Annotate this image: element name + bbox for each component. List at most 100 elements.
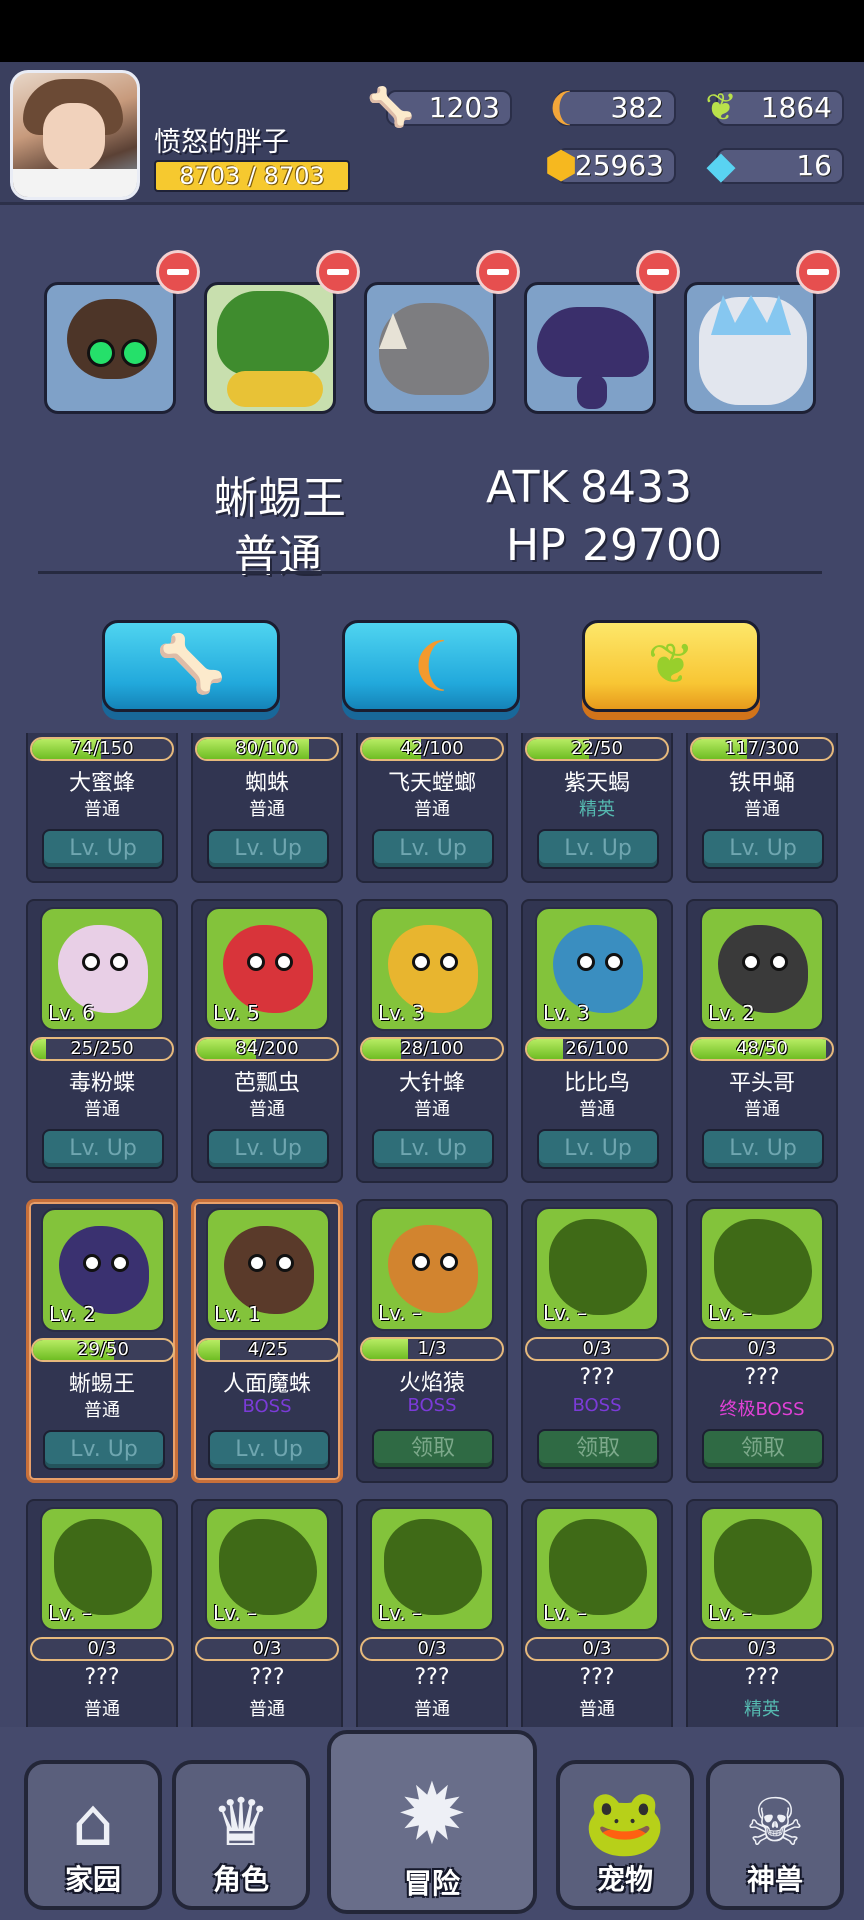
pet-card[interactable]: 74/150 大蜜蜂 普通 Lv. Up bbox=[26, 733, 178, 883]
pet-portrait[interactable]: Lv. 3 bbox=[535, 907, 659, 1031]
level-up-button[interactable]: Lv. Up bbox=[43, 1430, 165, 1470]
pet-progress-text: 84/200 bbox=[235, 1038, 299, 1059]
nav-character[interactable]: ♛ 角色 bbox=[172, 1760, 310, 1910]
atk-label: ATK bbox=[486, 462, 569, 513]
pet-eye bbox=[110, 953, 128, 971]
pet-card[interactable]: Lv. –0/3???普通领取 bbox=[26, 1499, 178, 1727]
level-up-button[interactable]: Lv. Up bbox=[702, 1129, 824, 1169]
pet-card[interactable]: 117/300 铁甲蛹 普通 Lv. Up bbox=[686, 733, 838, 883]
pet-card[interactable]: Lv. –0/3???精英领取 bbox=[686, 1499, 838, 1727]
pet-card[interactable]: Lv. 6 25/250 毒粉蝶 普通 Lv. Up bbox=[26, 899, 178, 1183]
remove-team-slot-3-button[interactable] bbox=[476, 250, 520, 294]
team-slot-2[interactable] bbox=[204, 282, 336, 414]
team-slot-4[interactable] bbox=[524, 282, 656, 414]
level-up-button[interactable]: Lv. Up bbox=[372, 1129, 494, 1169]
pet-card[interactable]: Lv. – 0/3??? BOSS 领取 bbox=[521, 1199, 673, 1483]
pet-figure bbox=[388, 925, 478, 1013]
pet-portrait[interactable]: Lv. – bbox=[40, 1507, 164, 1631]
pet-rank: 普通 bbox=[84, 1699, 120, 1720]
claim-button[interactable]: 领取 bbox=[372, 1429, 494, 1469]
pet-card[interactable]: 22/50 紫天蝎 精英 Lv. Up bbox=[521, 733, 673, 883]
horn-resource[interactable]: ❨ 382 bbox=[545, 85, 676, 129]
remove-team-slot-4-button[interactable] bbox=[636, 250, 680, 294]
pet-portrait[interactable]: Lv. – bbox=[535, 1507, 659, 1631]
pet-portrait[interactable]: Lv. 6 bbox=[40, 907, 164, 1031]
pet-progress-bar: 0/3 bbox=[195, 1637, 339, 1661]
pet-portrait[interactable]: Lv. 1 bbox=[206, 1208, 330, 1332]
pet-progress-bar: 29/50 bbox=[31, 1338, 175, 1362]
pet-card[interactable]: Lv. 2 29/50 蜥蜴王 普通 Lv. Up bbox=[26, 1199, 178, 1483]
level-up-button[interactable]: Lv. Up bbox=[537, 829, 659, 869]
team-slot-3[interactable] bbox=[364, 282, 496, 414]
pet-card[interactable]: Lv. 3 28/100 大针蜂 普通 Lv. Up bbox=[356, 899, 508, 1183]
level-up-button[interactable]: Lv. Up bbox=[42, 829, 164, 869]
player-avatar[interactable] bbox=[10, 70, 140, 200]
pet-progress-text: 0/3 bbox=[747, 1338, 777, 1359]
pet-card[interactable]: 80/100 蜘蛛 普通 Lv. Up bbox=[191, 733, 343, 883]
pet-portrait[interactable]: Lv. – bbox=[700, 1207, 824, 1331]
pet-card[interactable]: Lv. – 1/3 火焰猿 BOSS 领取 bbox=[356, 1199, 508, 1483]
pet-card[interactable]: Lv. 3 26/100 比比鸟 普通 Lv. Up bbox=[521, 899, 673, 1183]
pet-portrait[interactable]: Lv. – bbox=[370, 1207, 494, 1331]
gold-resource[interactable]: ⬢ 25963 bbox=[544, 143, 676, 187]
pet-card[interactable]: Lv. 1 4/25 人面魔蛛 BOSS Lv. Up bbox=[191, 1199, 343, 1483]
team-slot-1[interactable] bbox=[44, 282, 176, 414]
pet-card[interactable]: Lv. –0/3???普通领取 bbox=[191, 1499, 343, 1727]
remove-team-slot-2-button[interactable] bbox=[316, 250, 360, 294]
pet-rank: 普通 bbox=[579, 1699, 615, 1720]
pet-card[interactable]: Lv. –0/3???普通领取 bbox=[356, 1499, 508, 1727]
pet-portrait[interactable]: Lv. – bbox=[205, 1507, 329, 1631]
pet-portrait[interactable]: Lv. 3 bbox=[370, 907, 494, 1031]
pet-card[interactable]: Lv. 5 84/200 芭瓢虫 普通 Lv. Up bbox=[191, 899, 343, 1183]
pet-progress-bar: 117/300 bbox=[690, 737, 834, 761]
pet-portrait[interactable]: Lv. – bbox=[370, 1507, 494, 1631]
level-up-button[interactable]: Lv. Up bbox=[207, 829, 329, 869]
pet-progress-text: 0/3 bbox=[582, 1638, 612, 1659]
status-bar bbox=[0, 0, 864, 62]
selected-pet-rarity: 普通 bbox=[234, 531, 322, 582]
pet-card[interactable]: 42/100 飞天螳螂 普通 Lv. Up bbox=[356, 733, 508, 883]
remove-team-slot-5-button[interactable] bbox=[796, 250, 840, 294]
diamond-resource[interactable]: ◆ 16 bbox=[706, 143, 844, 187]
pet-figure bbox=[59, 1226, 149, 1314]
pet-card[interactable]: Lv. –0/3???普通领取 bbox=[521, 1499, 673, 1727]
hp-label: HP bbox=[506, 520, 566, 571]
level-up-button[interactable]: Lv. Up bbox=[537, 1129, 659, 1169]
wing-feed-button[interactable]: ❦ bbox=[582, 620, 760, 712]
pet-progress-bar: 0/3 bbox=[525, 1337, 669, 1361]
nav-adventure[interactable]: ✹ 冒险 bbox=[327, 1730, 537, 1914]
pet-portrait[interactable]: Lv. 5 bbox=[205, 907, 329, 1031]
horn-feed-button[interactable]: ❨ bbox=[342, 620, 520, 712]
nav-divine-beast[interactable]: ☠ 神兽 bbox=[706, 1760, 844, 1910]
pet-eye bbox=[276, 1254, 294, 1272]
pet-portrait[interactable]: Lv. 2 bbox=[41, 1208, 165, 1332]
wing-resource[interactable]: ❦ 1864 bbox=[705, 85, 844, 129]
pet-card[interactable]: Lv. – 0/3??? 终极BOSS 领取 bbox=[686, 1199, 838, 1483]
bone-resource[interactable]: 🦴 1203 bbox=[367, 85, 512, 129]
pet-progress-text: 25/250 bbox=[70, 1038, 134, 1059]
claim-button[interactable]: 领取 bbox=[537, 1429, 659, 1469]
claim-button[interactable]: 领取 bbox=[702, 1429, 824, 1469]
level-up-button[interactable]: Lv. Up bbox=[702, 829, 824, 869]
pet-figure bbox=[553, 925, 643, 1013]
pet-card[interactable]: Lv. 2 48/50 平头哥 普通 Lv. Up bbox=[686, 899, 838, 1183]
level-up-button[interactable]: Lv. Up bbox=[207, 1129, 329, 1169]
remove-team-slot-1-button[interactable] bbox=[156, 250, 200, 294]
team-slot-5[interactable] bbox=[684, 282, 816, 414]
level-up-button[interactable]: Lv. Up bbox=[372, 829, 494, 869]
pet-progress-text: 4/25 bbox=[247, 1339, 289, 1360]
pet-portrait[interactable]: Lv. – bbox=[535, 1207, 659, 1331]
pet-progress-bar: 0/3 bbox=[690, 1337, 834, 1361]
level-up-button[interactable]: Lv. Up bbox=[42, 1129, 164, 1169]
pet-name: ??? bbox=[249, 1665, 285, 1690]
level-up-button[interactable]: Lv. Up bbox=[208, 1430, 330, 1470]
nav-home[interactable]: ⌂ 家园 bbox=[24, 1760, 162, 1910]
pet-portrait[interactable]: Lv. 2 bbox=[700, 907, 824, 1031]
nav-pets[interactable]: 🐸 宠物 bbox=[556, 1760, 694, 1910]
pet-level: Lv. – bbox=[213, 1601, 258, 1625]
lizard-king-neck bbox=[577, 375, 607, 409]
pet-grid[interactable]: 74/150 大蜜蜂 普通 Lv. Up 80/100 蜘蛛 普通 Lv. Up 42/100 飞… bbox=[0, 733, 864, 1727]
pet-portrait[interactable]: Lv. – bbox=[700, 1507, 824, 1631]
pet-eye bbox=[248, 1254, 266, 1272]
bone-feed-button[interactable]: 🦴 bbox=[102, 620, 280, 712]
